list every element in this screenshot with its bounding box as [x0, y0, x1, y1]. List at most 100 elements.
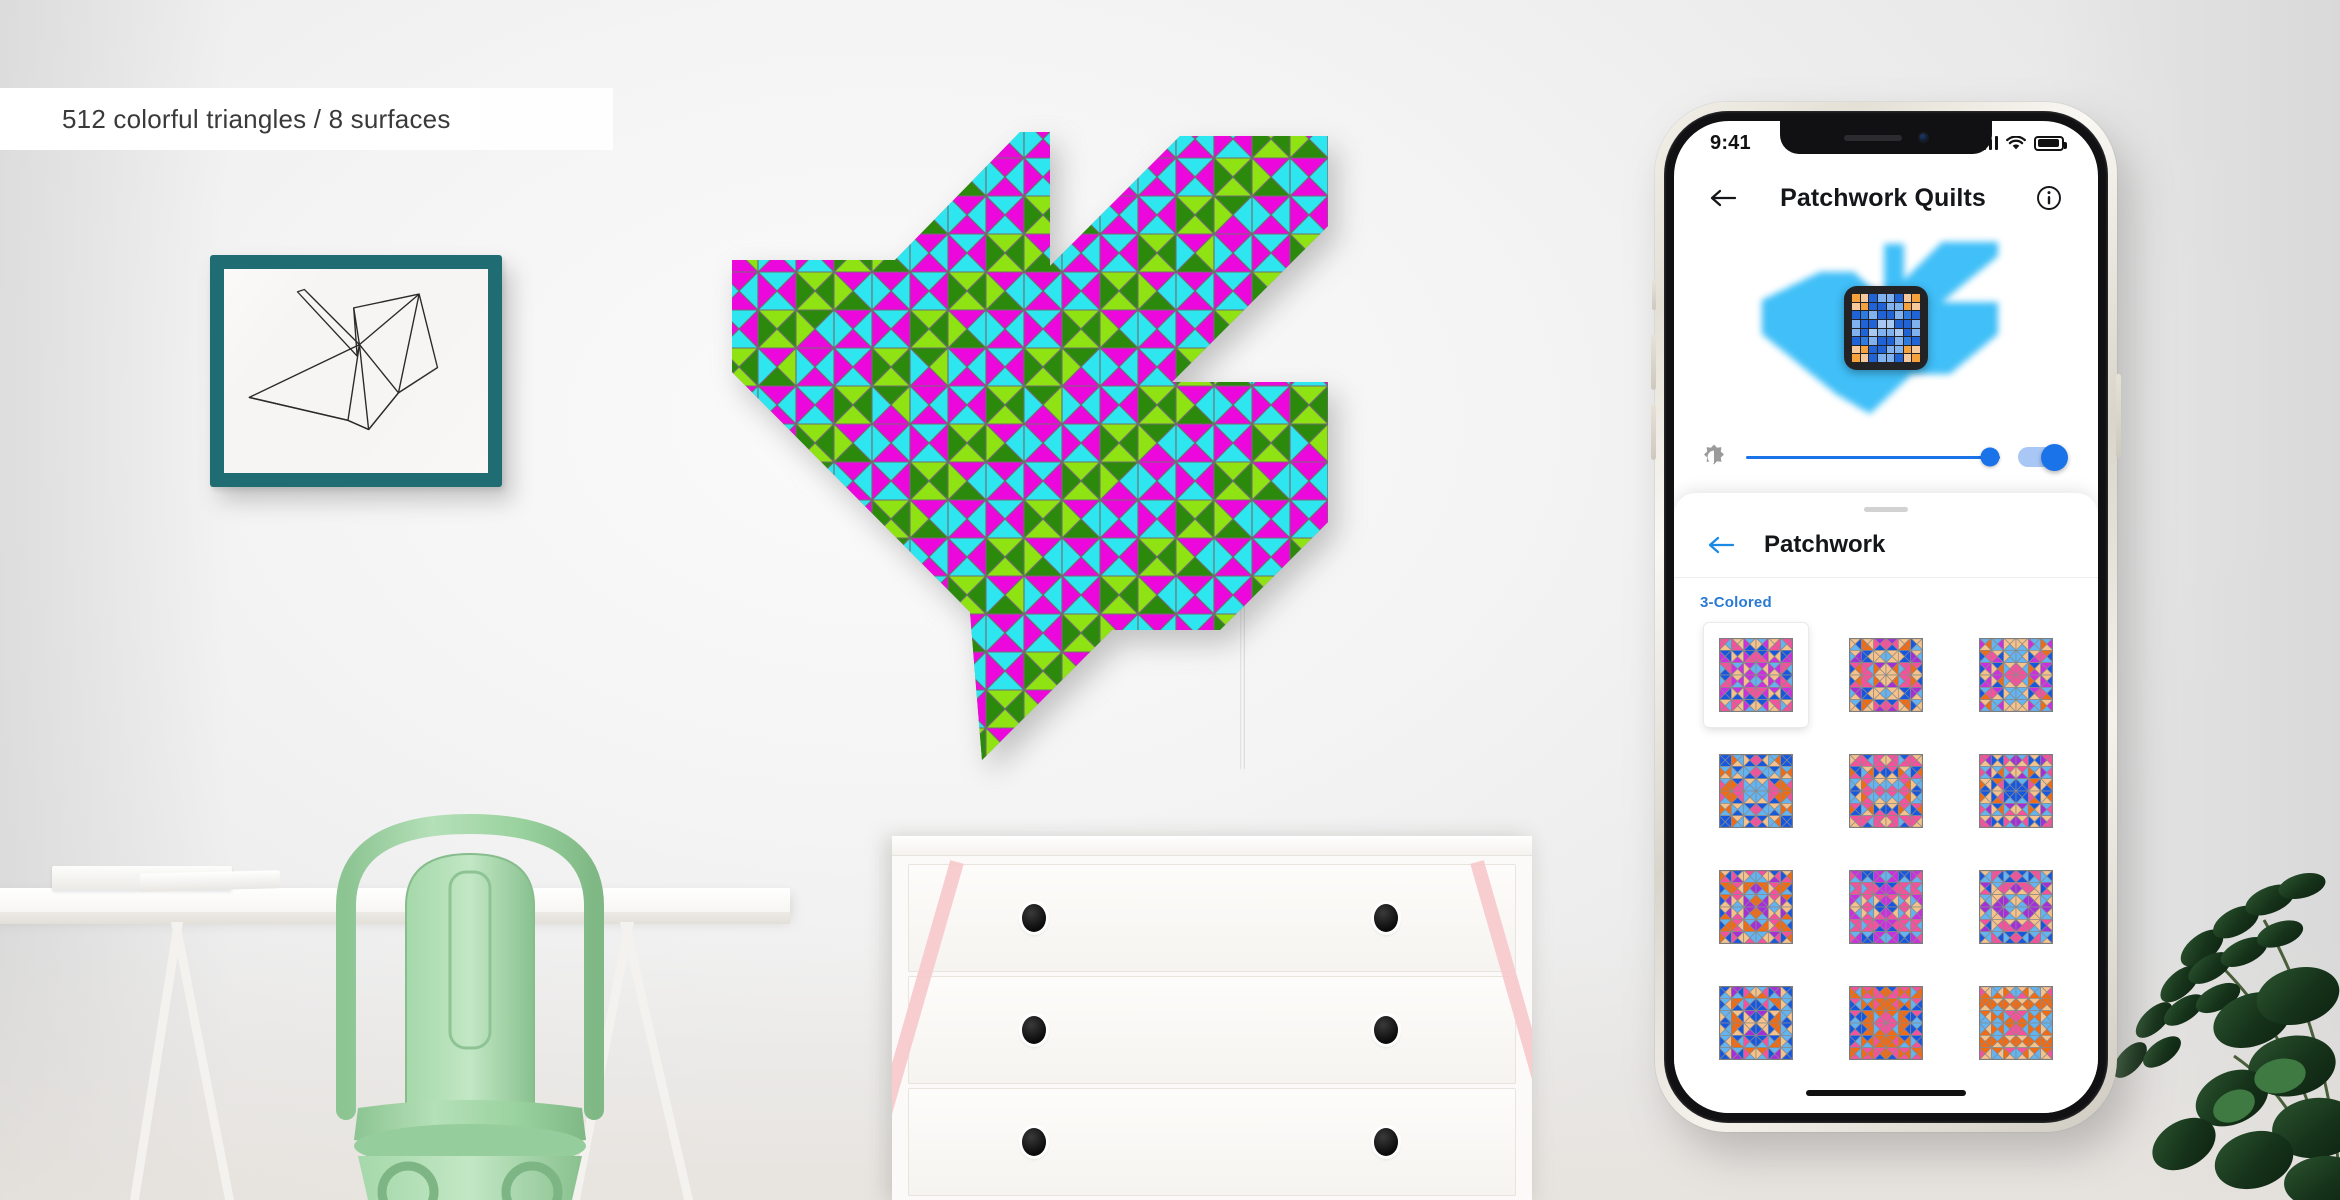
preview-cell: [1886, 294, 1895, 302]
wall-art-panel: [720, 120, 1340, 770]
caption-banner: 512 colorful triangles / 8 surfaces: [0, 88, 613, 150]
preview-cell: [1903, 302, 1912, 311]
preview-cell: [1869, 354, 1877, 362]
preview-cell: [1886, 302, 1895, 311]
preview-cell: [1886, 354, 1895, 362]
preview-cell: [1852, 302, 1860, 311]
pattern-tile[interactable]: [1704, 739, 1808, 843]
preview-cell: [1877, 345, 1886, 354]
brightness-icon: [1704, 444, 1724, 465]
dresser: [892, 836, 1532, 1200]
preview-cell: [1869, 294, 1877, 302]
volume-down-button[interactable]: [1651, 404, 1656, 460]
pattern-tile[interactable]: [1704, 971, 1808, 1075]
power-button[interactable]: [2116, 374, 2121, 458]
sheet-back-button[interactable]: [1700, 524, 1742, 566]
preview-cell: [1912, 328, 1920, 337]
pattern-tile[interactable]: [1834, 971, 1938, 1075]
papers-stack-top: [139, 870, 281, 892]
preview-cell: [1860, 354, 1869, 362]
front-camera-icon: [1917, 132, 1929, 143]
drawer-knob: [1022, 1016, 1046, 1044]
preview-cell: [1903, 319, 1912, 328]
drawer-knob: [1374, 1128, 1398, 1156]
slider-track: [1746, 455, 2000, 459]
pattern-tile[interactable]: [1964, 855, 2068, 959]
pattern-tile[interactable]: [1834, 739, 1938, 843]
preview-cell: [1852, 345, 1860, 354]
preview-cell: [1895, 337, 1903, 345]
pattern-tile[interactable]: [1834, 623, 1938, 727]
preview-cell: [1877, 328, 1886, 337]
preview-cell: [1877, 337, 1886, 345]
home-indicator[interactable]: [1806, 1090, 1966, 1096]
preview-cell: [1860, 294, 1869, 302]
preview-cell: [1877, 302, 1886, 311]
power-toggle[interactable]: [2018, 443, 2068, 471]
preview-cell: [1860, 319, 1869, 328]
volume-up-button[interactable]: [1651, 334, 1656, 390]
preview-cell: [1877, 319, 1886, 328]
preview-cell: [1886, 319, 1895, 328]
preview-cell: [1877, 354, 1886, 362]
toggle-knob[interactable]: [2041, 443, 2068, 471]
quilt-block-icon: [1979, 754, 2053, 828]
quilt-block-icon: [1849, 870, 1923, 944]
preview-cell: [1852, 354, 1860, 362]
quilt-block-icon: [1979, 870, 2053, 944]
arrow-left-icon: [1708, 536, 1735, 553]
preview-cell: [1903, 311, 1912, 319]
room-scene: 512 colorful triangles / 8 surfaces 9:41: [0, 0, 2340, 1200]
preview-stage: [1736, 238, 2036, 418]
caption-text: 512 colorful triangles / 8 surfaces: [62, 103, 451, 134]
status-time: 9:41: [1710, 131, 1751, 154]
preview-cell: [1912, 311, 1920, 319]
mint-chair: [300, 810, 640, 1200]
sheet-header: Patchwork: [1674, 512, 2098, 578]
arrow-left-icon: [1710, 189, 1737, 207]
preview-cell: [1852, 294, 1860, 302]
earpiece-speaker: [1843, 134, 1902, 141]
preview-cell: [1895, 328, 1903, 337]
page-title: Patchwork Quilts: [1780, 183, 1986, 212]
quilt-block-icon: [1719, 754, 1793, 828]
preview-cell: [1895, 345, 1903, 354]
drawer-1: [908, 864, 1516, 972]
pattern-tile[interactable]: [1964, 739, 2068, 843]
preview-cell: [1869, 311, 1877, 319]
brightness-row: [1674, 421, 2098, 493]
info-circle-icon: [2037, 186, 2061, 210]
pattern-tile[interactable]: [1704, 623, 1808, 727]
drawer-knob: [1374, 904, 1398, 932]
notch: [1780, 121, 1992, 154]
device-preview: [1674, 233, 2098, 423]
preview-cell: [1895, 302, 1903, 311]
preview-cell: [1886, 328, 1895, 337]
info-button[interactable]: [2028, 177, 2070, 219]
mute-switch[interactable]: [1652, 280, 1656, 310]
sheet-title: Patchwork: [1764, 530, 1886, 558]
potted-plant: [2084, 860, 2340, 1200]
preview-cell: [1869, 302, 1877, 311]
preview-cell: [1912, 302, 1920, 311]
brightness-slider[interactable]: [1746, 447, 2000, 467]
preview-grid: [1852, 294, 1920, 362]
preview-cell: [1903, 337, 1912, 345]
preview-cell: [1895, 294, 1903, 302]
sheet-body: 3-Colored: [1674, 578, 2098, 1113]
pattern-tile[interactable]: [1964, 971, 2068, 1075]
pattern-tile[interactable]: [1834, 855, 1938, 959]
app-bar: Patchwork Quilts: [1674, 167, 2098, 229]
slider-thumb[interactable]: [1980, 447, 2000, 467]
preview-cell: [1860, 302, 1869, 311]
phone-screen: 9:41 Patchwork Quilts Patchwork 3-Colore…: [1674, 121, 2098, 1113]
phone-bezel: 9:41 Patchwork Quilts Patchwork 3-Colore…: [1664, 111, 2108, 1123]
pattern-sheet: Patchwork 3-Colored: [1674, 493, 2098, 1113]
preview-cell: [1869, 345, 1877, 354]
pattern-tile[interactable]: [1964, 623, 2068, 727]
pattern-tile[interactable]: [1704, 855, 1808, 959]
framed-picture: [210, 255, 502, 487]
preview-cell: [1869, 319, 1877, 328]
preview-cell: [1877, 294, 1886, 302]
quilt-block-icon: [1849, 754, 1923, 828]
